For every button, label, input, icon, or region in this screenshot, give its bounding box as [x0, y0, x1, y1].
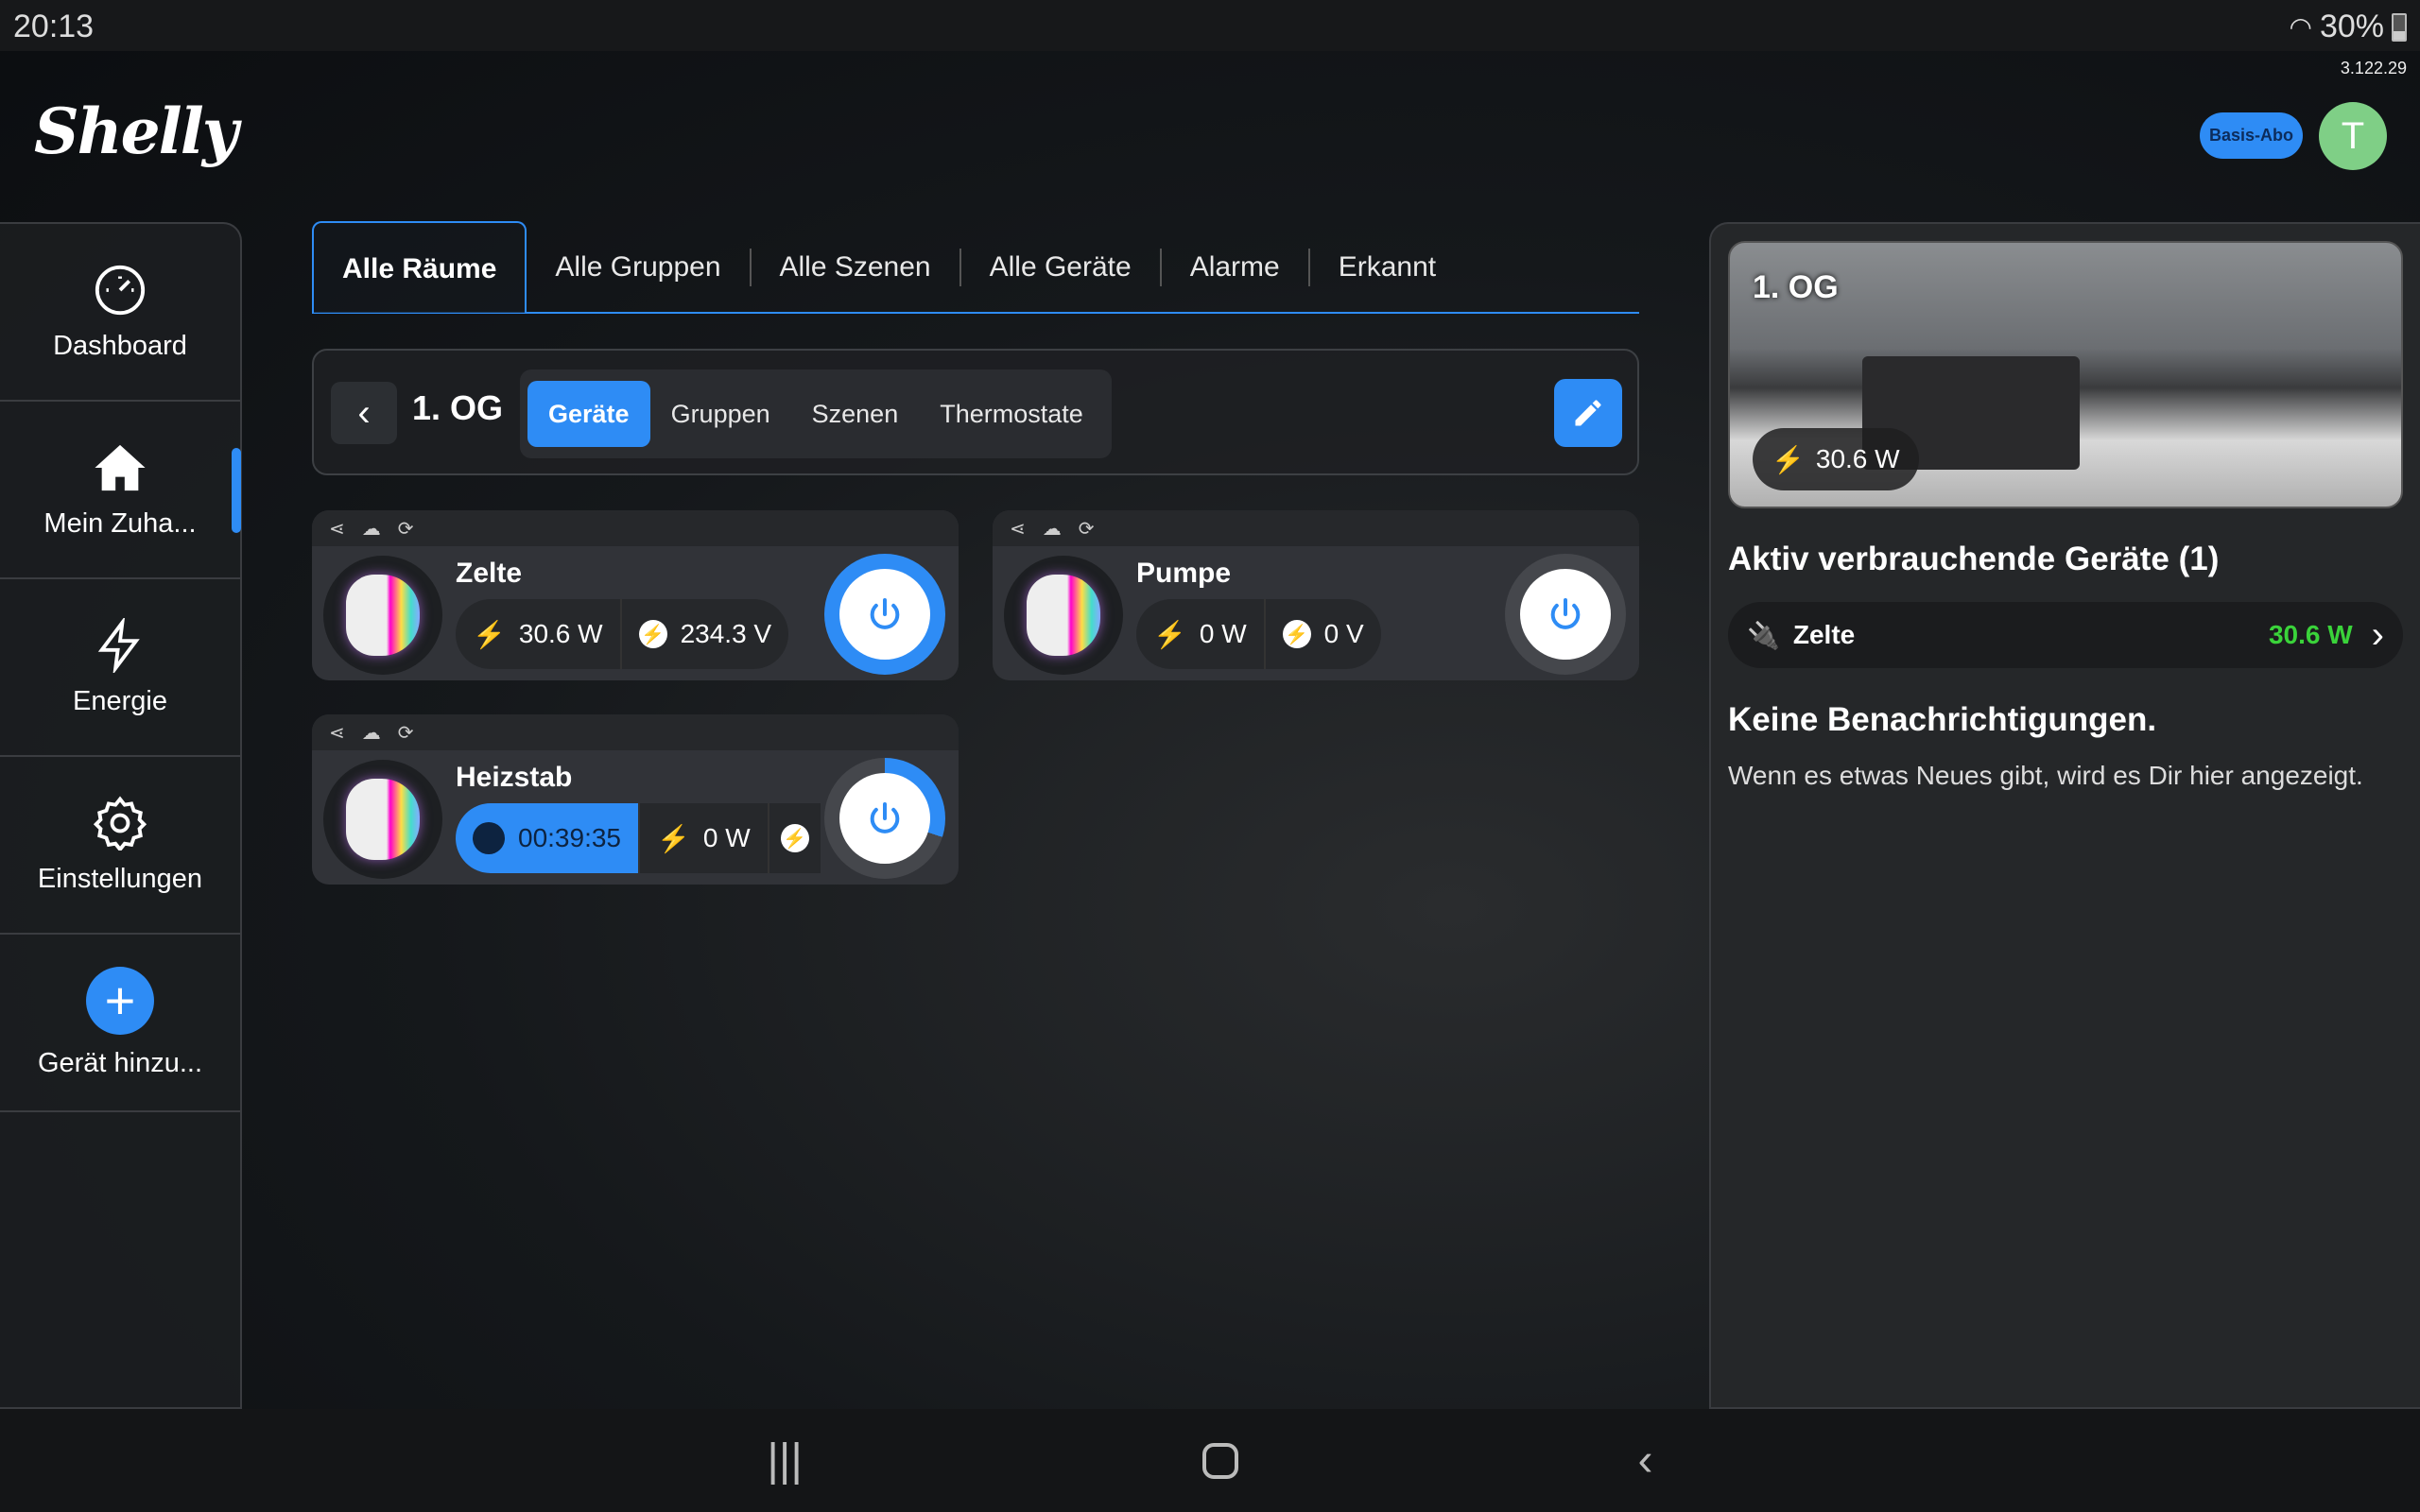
device-name: Heizstab — [456, 762, 573, 793]
active-device-row[interactable]: 🔌 Zelte 30.6 W › — [1728, 602, 2403, 668]
tab-alle-szenen[interactable]: Alle Szenen — [752, 248, 961, 286]
active-device-power: 30.6 W — [2268, 620, 2353, 649]
power-icon — [870, 802, 900, 833]
device-card-heizstab[interactable]: ⋖ ☁ ⟳ Heizstab 00:39:35 ⚡ 0 W ⚡ — [312, 714, 959, 885]
pencil-icon — [1575, 400, 1601, 426]
bolt-icon: ⚡ — [657, 823, 690, 853]
tab-alle-geraete[interactable]: Alle Geräte — [961, 248, 1162, 286]
tab-alle-raeume[interactable]: Alle Räume — [312, 221, 527, 313]
chevron-left-icon: ‹ — [357, 391, 371, 434]
sync-icon: ⟳ — [1078, 518, 1095, 540]
notifications-text: Wenn es etwas Neues gibt, wird es Dir hi… — [1728, 761, 2363, 790]
avatar[interactable]: T — [2319, 102, 2387, 170]
device-name: Pumpe — [1136, 558, 1232, 589]
device-card-pumpe[interactable]: ⋖ ☁ ⟳ Pumpe ⚡ 0 W ⚡ 0 V — [993, 510, 1639, 680]
bolt-icon: ⚡ — [1772, 444, 1805, 474]
sidebar-item-energie[interactable]: Energie — [0, 579, 240, 757]
room-image[interactable]: 1. OG ⚡ 30.6 W — [1728, 241, 2403, 508]
sidebar: Dashboard Mein Zuha... Energie Einstellu… — [0, 222, 242, 1409]
clock: 20:13 — [13, 9, 95, 44]
status-bar: 20:13 ◠ 30% — [0, 0, 2420, 51]
subtab-thermostate[interactable]: Thermostate — [919, 381, 1104, 447]
sidebar-item-einstellungen[interactable]: Einstellungen — [0, 757, 240, 935]
room-image-title: 1. OG — [1753, 269, 1839, 305]
plus-icon: + — [86, 966, 154, 1035]
share-icon: ⋖ — [1010, 518, 1026, 540]
gear-icon — [93, 796, 147, 850]
battery-icon — [2392, 12, 2407, 42]
clock-icon — [473, 822, 505, 854]
wifi-icon: ◠ — [2289, 12, 2312, 42]
voltage-icon: ⚡ — [1282, 620, 1311, 648]
plug-image — [323, 760, 442, 879]
android-nav-bar: ||| ‹ — [0, 1409, 2420, 1512]
device-power: 30.6 W — [518, 619, 603, 648]
subtab-geraete[interactable]: Geräte — [527, 381, 650, 447]
sidebar-item-label: Mein Zuha... — [43, 507, 197, 539]
power-toggle[interactable] — [824, 554, 945, 675]
sidebar-item-home[interactable]: Mein Zuha... — [0, 402, 240, 579]
room-subtabs: Geräte Gruppen Szenen Thermostate — [520, 369, 1112, 458]
sidebar-item-add-device[interactable]: + Gerät hinzu... — [0, 935, 240, 1112]
dashboard-icon — [95, 265, 146, 315]
voltage-icon: ⚡ — [638, 620, 667, 648]
right-panel: 1. OG ⚡ 30.6 W Aktiv verbrauchende Geräte… — [1709, 222, 2420, 1409]
tab-alarme[interactable]: Alarme — [1162, 248, 1310, 286]
power-icon — [1550, 598, 1581, 629]
device-name: Zelte — [456, 558, 523, 589]
power-toggle[interactable] — [1505, 554, 1626, 675]
shelly-logo: Shelly — [34, 94, 238, 168]
edit-room-button[interactable] — [1554, 379, 1622, 447]
subtab-szenen[interactable]: Szenen — [791, 381, 920, 447]
bolt-icon: ⚡ — [473, 619, 506, 649]
sidebar-active-indicator — [232, 448, 241, 533]
room-power: 30.6 W — [1815, 444, 1900, 473]
subscription-badge[interactable]: Basis-Abo — [2200, 112, 2303, 159]
sync-icon: ⟳ — [397, 518, 414, 540]
plug-image — [323, 556, 442, 675]
bolt-icon: ⚡ — [1153, 619, 1186, 649]
device-card-zelte[interactable]: ⋖ ☁ ⟳ Zelte ⚡ 30.6 W ⚡ 234.3 V — [312, 510, 959, 680]
back-nav-button[interactable]: ‹ — [1638, 1435, 1653, 1486]
power-toggle[interactable] — [824, 758, 945, 879]
room-tabs: Alle Räume Alle Gruppen Alle Szenen Alle… — [312, 221, 1639, 314]
tab-erkannt[interactable]: Erkannt — [1310, 249, 1464, 286]
power-icon — [870, 598, 900, 629]
sidebar-item-label: Gerät hinzu... — [37, 1047, 203, 1078]
active-devices-heading: Aktiv verbrauchende Geräte (1) — [1728, 541, 2220, 577]
device-timer: 00:39:35 — [518, 823, 621, 852]
device-power: 0 W — [702, 823, 751, 852]
device-power: 0 W — [1199, 619, 1247, 648]
cloud-icon: ☁ — [361, 518, 381, 540]
sidebar-item-dashboard[interactable]: Dashboard — [0, 224, 240, 402]
device-voltage: 0 V — [1323, 619, 1364, 648]
cloud-icon: ☁ — [1042, 518, 1062, 540]
subtab-gruppen[interactable]: Gruppen — [650, 381, 791, 447]
sync-icon: ⟳ — [397, 722, 414, 744]
share-icon: ⋖ — [329, 722, 345, 744]
voltage-icon: ⚡ — [780, 824, 809, 852]
home-button[interactable] — [1201, 1442, 1238, 1479]
cloud-icon: ☁ — [361, 722, 381, 744]
recents-button[interactable]: ||| — [767, 1435, 802, 1486]
room-name: 1. OG — [412, 388, 504, 427]
share-icon: ⋖ — [329, 518, 345, 540]
sidebar-item-label: Energie — [73, 685, 167, 716]
app-version: 3.122.29 — [2340, 59, 2407, 77]
bolt-icon — [97, 617, 140, 673]
home-icon — [95, 444, 146, 490]
notifications-heading: Keine Benachrichtigungen. — [1728, 701, 2157, 738]
room-bar: ‹ 1. OG Geräte Gruppen Szenen Thermostat… — [312, 349, 1639, 475]
sidebar-item-label: Dashboard — [53, 330, 187, 361]
back-button[interactable]: ‹ — [331, 382, 397, 444]
tab-alle-gruppen[interactable]: Alle Gruppen — [527, 248, 752, 286]
sidebar-item-label: Einstellungen — [37, 863, 203, 894]
plug-icon: 🔌 — [1747, 620, 1780, 650]
device-voltage: 234.3 V — [680, 619, 772, 648]
chevron-right-icon: › — [2371, 613, 2384, 656]
active-device-name: Zelte — [1792, 620, 1856, 649]
battery-level: 30% — [2319, 9, 2384, 44]
plug-image — [1004, 556, 1123, 675]
